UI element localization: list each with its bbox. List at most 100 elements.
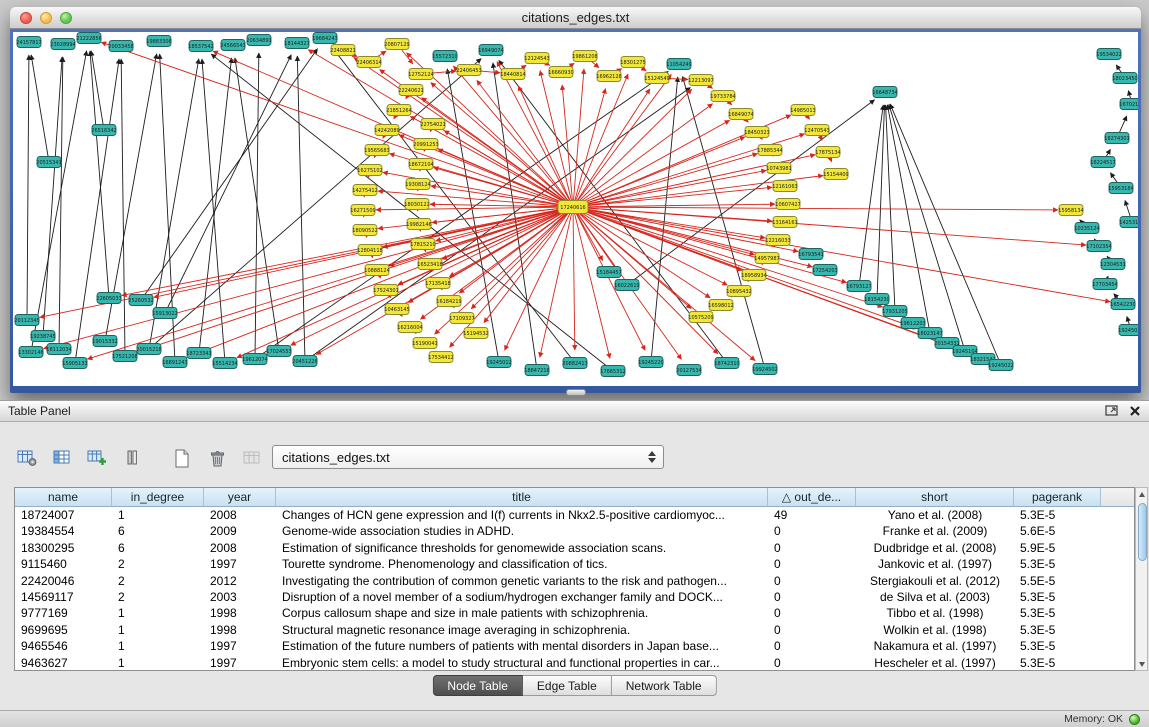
network-node[interactable]: 20015218 bbox=[136, 344, 161, 355]
black-edge[interactable] bbox=[651, 77, 678, 362]
network-node[interactable]: 19245034 bbox=[1118, 325, 1138, 336]
network-node[interactable]: 19612074 bbox=[242, 354, 267, 365]
cell-name[interactable]: 18300295 bbox=[15, 540, 112, 556]
cell-out_de[interactable]: 0 bbox=[768, 523, 856, 539]
network-node[interactable]: 12213097 bbox=[688, 75, 713, 86]
network-node[interactable]: 18450323 bbox=[744, 127, 769, 138]
network-node[interactable]: 15905133 bbox=[62, 358, 87, 369]
tab-network-table[interactable]: Network Table bbox=[612, 675, 717, 696]
black-edge[interactable] bbox=[43, 57, 62, 336]
network-node[interactable]: 19245022 bbox=[988, 360, 1013, 371]
network-node[interactable]: 15953184 bbox=[1108, 183, 1133, 194]
cell-short[interactable]: Dudbridge et al. (2008) bbox=[856, 540, 1014, 556]
network-node[interactable]: 15190041 bbox=[412, 338, 437, 349]
network-node[interactable]: 19883306 bbox=[146, 36, 171, 47]
cell-short[interactable]: de Silva et al. (2003) bbox=[856, 589, 1014, 605]
network-node[interactable]: 19238745 bbox=[30, 331, 55, 342]
network-node[interactable]: 16962128 bbox=[596, 71, 621, 82]
cell-year[interactable]: 2008 bbox=[204, 540, 276, 556]
new-table-icon[interactable] bbox=[169, 445, 195, 471]
cell-pagerank[interactable]: 5.5E-5 bbox=[1014, 573, 1101, 589]
network-node[interactable]: 14275412 bbox=[352, 185, 377, 196]
cell-year[interactable]: 2009 bbox=[204, 523, 276, 539]
cell-name[interactable]: 9463627 bbox=[15, 655, 112, 671]
network-node[interactable]: 19924502 bbox=[752, 364, 777, 375]
network-node[interactable]: 12304531 bbox=[1100, 259, 1125, 270]
window-resize-grip[interactable] bbox=[566, 389, 586, 396]
network-node[interactable]: 18023147 bbox=[917, 328, 942, 339]
cell-short[interactable]: Wolkin et al. (1998) bbox=[856, 622, 1014, 638]
network-node[interactable]: 14253160 bbox=[1119, 217, 1138, 228]
network-node[interactable]: 18154230 bbox=[864, 294, 889, 305]
cell-short[interactable]: Hescheler et al. (1997) bbox=[856, 655, 1014, 671]
table-row[interactable]: 1872400712008Changes of HCN gene express… bbox=[15, 507, 1134, 523]
network-node[interactable]: 17534412 bbox=[428, 352, 453, 363]
network-node[interactable]: 16793127 bbox=[846, 281, 871, 292]
black-edge[interactable] bbox=[859, 105, 883, 286]
cell-year[interactable]: 1997 bbox=[204, 655, 276, 671]
cell-title[interactable]: Disruption of a novel member of a sodium… bbox=[276, 589, 768, 605]
network-node[interactable]: 18723341 bbox=[186, 348, 211, 359]
network-node[interactable]: 14242089 bbox=[374, 125, 399, 136]
network-node[interactable]: 19534022 bbox=[1096, 49, 1121, 60]
cell-title[interactable]: Genome-wide association studies in ADHD. bbox=[276, 523, 768, 539]
red-edge[interactable] bbox=[573, 170, 766, 207]
network-table-combo[interactable]: citations_edges.txt bbox=[272, 445, 664, 469]
network-node[interactable]: 19245220 bbox=[638, 357, 663, 368]
scroll-down-icon[interactable] bbox=[1136, 658, 1147, 670]
red-edge[interactable] bbox=[573, 207, 610, 358]
cell-in_degree[interactable]: 1 bbox=[112, 605, 204, 621]
network-node[interactable]: 12470543 bbox=[804, 125, 829, 136]
cell-in_degree[interactable]: 2 bbox=[112, 556, 204, 572]
cell-in_degree[interactable]: 2 bbox=[112, 589, 204, 605]
network-node[interactable]: 10463145 bbox=[384, 304, 409, 315]
cell-title[interactable]: Structural magnetic resonance image aver… bbox=[276, 622, 768, 638]
table-row[interactable]: 946554611997Estimation of the future num… bbox=[15, 638, 1134, 654]
cell-year[interactable]: 2008 bbox=[204, 507, 276, 523]
table-row[interactable]: 977716911998Corpus callosum shape and si… bbox=[15, 605, 1134, 621]
column-header-short[interactable]: short bbox=[856, 488, 1014, 507]
row-height-icon[interactable] bbox=[119, 445, 145, 471]
red-edge[interactable] bbox=[573, 89, 692, 207]
tab-node-table[interactable]: Node Table bbox=[432, 675, 523, 696]
delete-table-icon[interactable] bbox=[204, 445, 230, 471]
network-node[interactable]: 18301275 bbox=[620, 57, 645, 68]
network-node[interactable]: 16275102 bbox=[357, 165, 382, 176]
red-edge[interactable] bbox=[573, 154, 758, 207]
network-node[interactable]: 18030122 bbox=[404, 199, 429, 210]
cell-in_degree[interactable]: 1 bbox=[112, 638, 204, 654]
network-node[interactable]: 17254203 bbox=[812, 265, 837, 276]
network-node[interactable]: 19684243 bbox=[312, 33, 337, 44]
cell-out_de[interactable]: 0 bbox=[768, 573, 856, 589]
network-node[interactable]: 17931205 bbox=[882, 306, 907, 317]
column-header-out_de[interactable]: △ out_de... bbox=[768, 488, 856, 507]
network-node[interactable]: 15154409 bbox=[823, 169, 848, 180]
cell-short[interactable]: Yano et al. (2008) bbox=[856, 507, 1014, 523]
network-node[interactable]: 17135418 bbox=[425, 278, 450, 289]
cell-short[interactable]: Jankovic et al. (1997) bbox=[856, 556, 1014, 572]
network-node[interactable]: 24157817 bbox=[16, 37, 41, 48]
close-button[interactable] bbox=[20, 12, 32, 24]
cell-in_degree[interactable]: 6 bbox=[112, 540, 204, 556]
black-edge[interactable] bbox=[31, 55, 49, 162]
black-edge[interactable] bbox=[27, 55, 29, 320]
cell-name[interactable]: 14569117 bbox=[15, 589, 112, 605]
table-row[interactable]: 1830029562008Estimation of significance … bbox=[15, 540, 1134, 556]
network-node[interactable]: 15958134 bbox=[1058, 205, 1083, 216]
network-node[interactable]: 15913022 bbox=[152, 308, 177, 319]
network-node[interactable]: 19308124 bbox=[405, 179, 430, 190]
network-node[interactable]: 16022619 bbox=[614, 280, 639, 291]
black-edge[interactable] bbox=[297, 56, 305, 361]
minimize-button[interactable] bbox=[40, 12, 52, 24]
network-node[interactable]: 18274301 bbox=[1104, 133, 1129, 144]
black-edge[interactable] bbox=[683, 77, 765, 369]
black-edge[interactable] bbox=[877, 105, 884, 299]
network-node[interactable]: 15194532 bbox=[463, 328, 488, 339]
cell-pagerank[interactable]: 5.3E-5 bbox=[1014, 638, 1101, 654]
network-node[interactable]: 16224517 bbox=[1090, 157, 1115, 168]
cell-pagerank[interactable]: 5.3E-5 bbox=[1014, 655, 1101, 671]
network-node[interactable]: 19861208 bbox=[572, 51, 597, 62]
network-node[interactable]: 15184457 bbox=[596, 267, 621, 278]
black-edge[interactable] bbox=[121, 59, 125, 356]
network-node[interactable]: 22754021 bbox=[420, 119, 445, 130]
